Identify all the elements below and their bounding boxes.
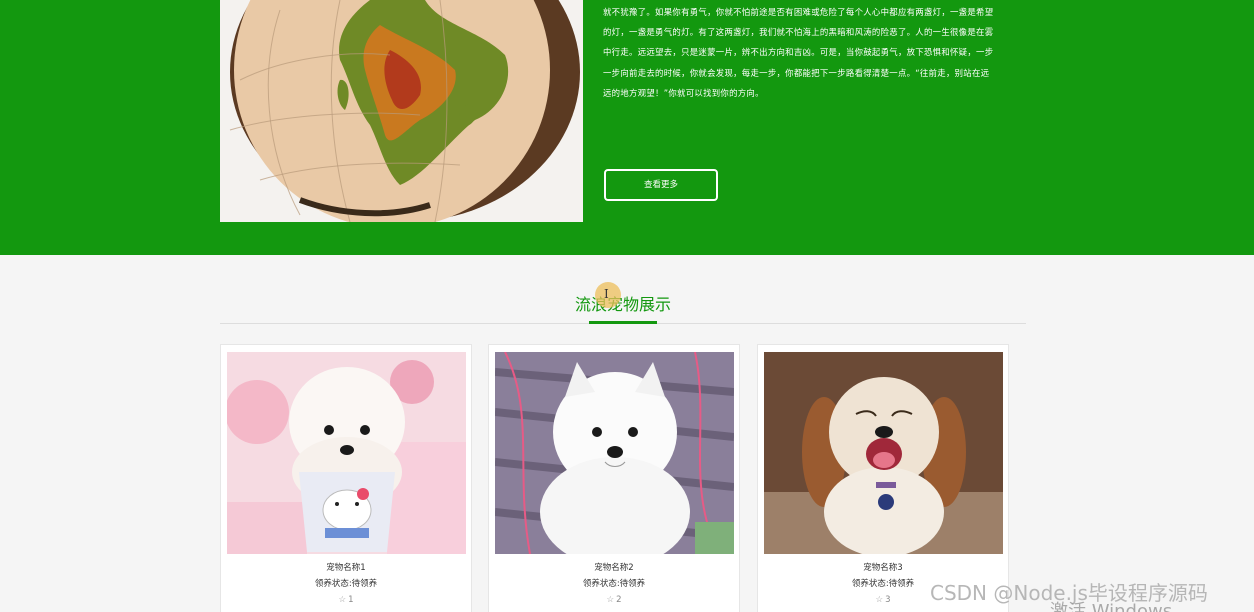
text-cursor-icon: I xyxy=(604,287,609,301)
pet-likes-count: 1 xyxy=(348,595,354,605)
hero-text-line: 的灯，一盏是勇气的灯。有了这两盏灯，我们就不怕海上的黑暗和风涛的险恶了。人的一生… xyxy=(603,27,994,38)
view-more-button[interactable]: 查看更多 xyxy=(604,169,718,201)
pet-image xyxy=(764,352,1003,554)
pet-name: 宠物名称3 xyxy=(863,563,903,573)
pet-likes-count: 2 xyxy=(616,595,622,605)
pet-card[interactable]: 宠物名称3 领养状态:待领养 ☆ 3 xyxy=(757,344,1009,612)
pet-image xyxy=(495,352,734,554)
section-title: 流浪宠物展示 xyxy=(574,295,671,314)
pet-name: 宠物名称2 xyxy=(594,563,634,573)
star-outline-icon: ☆ xyxy=(606,595,615,605)
hero-text-line: 一步向前走去的时候，你就会发现，每走一步，你都能把下一步路看得清楚一点。“往前走… xyxy=(603,67,990,78)
pet-likes: ☆ 2 xyxy=(489,593,739,607)
pet-likes-count: 3 xyxy=(885,595,891,605)
hero-text-line: 中行走。远远望去，只是迷蒙一片，辨不出方向和吉凶。可是，当你鼓起勇气，放下恐惧和… xyxy=(603,47,994,58)
star-outline-icon: ☆ xyxy=(338,595,347,605)
pet-card[interactable]: 宠物名称1 领养状态:待领养 ☆ 1 xyxy=(220,344,472,612)
pet-likes: ☆ 1 xyxy=(221,593,471,607)
section-title-underline xyxy=(589,321,657,324)
hero-description: 就不犹豫了。如果你有勇气，你就不怕前途是否有困难或危险了每个人心中都应有两盏灯，… xyxy=(603,2,1029,103)
hero-banner: 就不犹豫了。如果你有勇气，你就不怕前途是否有困难或危险了每个人心中都应有两盏灯，… xyxy=(0,0,1254,255)
hero-text-line: 远的地方观望！”你就可以找到你的方向。 xyxy=(603,87,764,98)
pet-adoption-status: 领养状态:待领养 xyxy=(582,579,646,589)
hero-text-line: 就不犹豫了。如果你有勇气，你就不怕前途是否有困难或危险了每个人心中都应有两盏灯，… xyxy=(603,7,994,17)
pet-image xyxy=(227,352,466,554)
pet-card[interactable]: 宠物名称2 领养状态:待领养 ☆ 2 xyxy=(488,344,740,612)
pet-adoption-status: 领养状态:待领养 xyxy=(314,579,378,589)
pet-name: 宠物名称1 xyxy=(326,563,366,573)
star-outline-icon: ☆ xyxy=(875,595,884,605)
globe-image xyxy=(220,0,583,222)
windows-activation-watermark: 激活 Windows xyxy=(1050,601,1173,612)
